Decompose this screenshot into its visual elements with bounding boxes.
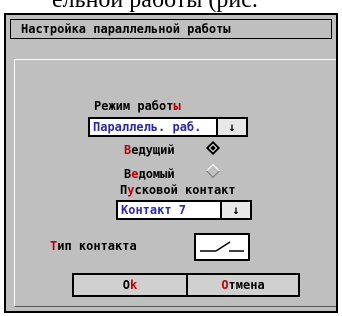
- start-contact-dropdown[interactable]: Контакт 7 ↓: [116, 200, 252, 220]
- chevron-down-icon[interactable]: ↓: [216, 119, 246, 135]
- mode-dropdown[interactable]: Параллель. раб. ↓: [88, 117, 248, 137]
- start-contact-value: Контакт 7: [121, 203, 187, 217]
- radio-selected-dot-icon: [210, 145, 216, 151]
- start-contact-label: Пусковой контакт: [120, 183, 236, 197]
- normally-open-contact-icon: [200, 241, 244, 252]
- mode-dropdown-value: Параллель. раб.: [93, 120, 202, 134]
- contact-type-label: Тип контакта: [50, 239, 137, 253]
- chevron-down-icon[interactable]: ↓: [220, 202, 250, 218]
- mode-label: Режим работы: [94, 99, 181, 113]
- master-label: Ведущий: [124, 143, 175, 157]
- ok-button[interactable]: Ok: [72, 273, 188, 297]
- slave-label: Ведомый: [124, 167, 175, 181]
- cancel-button[interactable]: Отмена: [186, 273, 300, 297]
- dialog-title: Настройка параллельной работы: [10, 19, 332, 39]
- document-caption-fragment: ельной работы (рис.: [52, 0, 258, 13]
- parallel-work-settings-dialog: Настройка параллельной работы Режим рабо…: [4, 13, 338, 313]
- contact-type-selector[interactable]: [194, 233, 250, 261]
